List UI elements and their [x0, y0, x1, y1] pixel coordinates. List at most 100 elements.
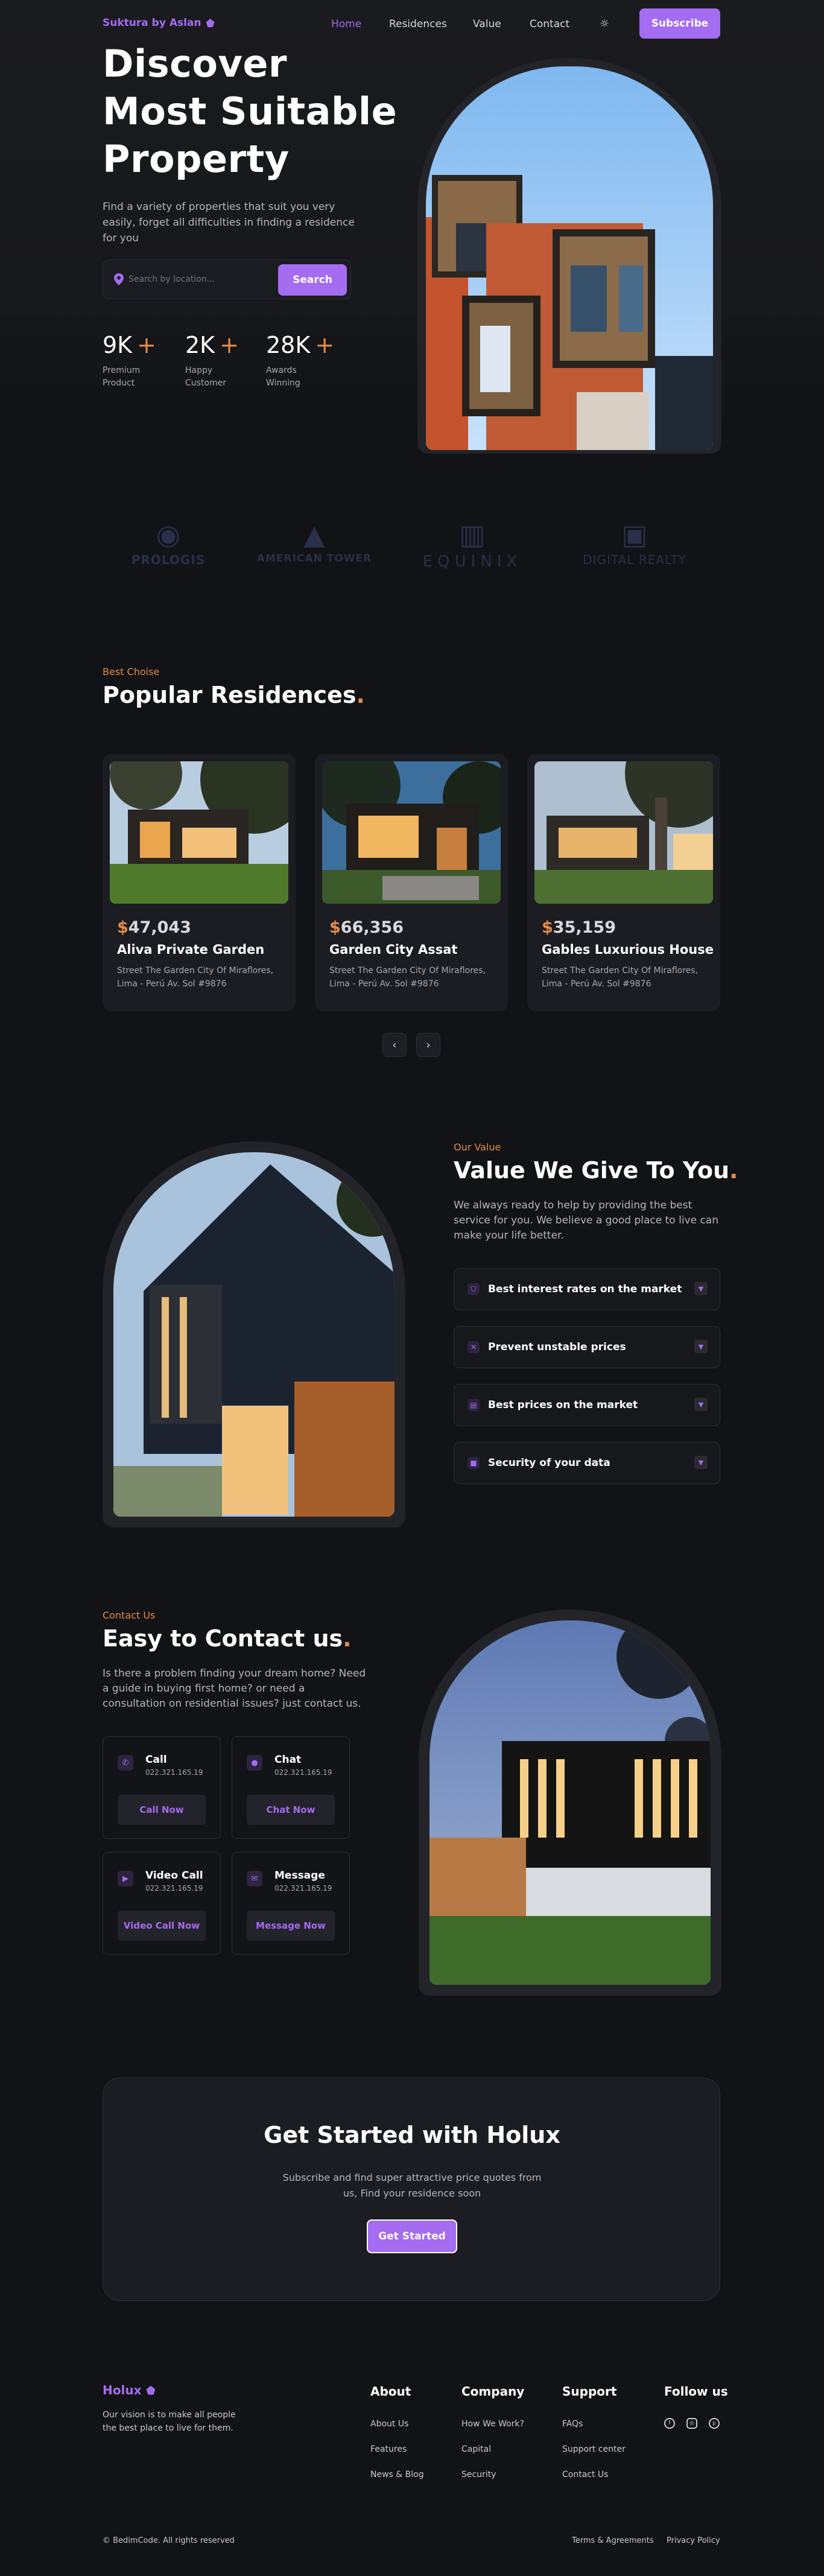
price-value: 66,356: [340, 918, 404, 937]
close-square-icon: ✕: [467, 1341, 480, 1353]
hero-building-image: [426, 66, 713, 450]
accordion-label: Prevent unstable prices: [488, 1341, 626, 1353]
footer-link-faqs[interactable]: FAQs: [562, 2419, 583, 2429]
value-accordion-item[interactable]: ✕ Prevent unstable prices ▼: [454, 1326, 720, 1368]
residence-card[interactable]: $47,043 Aliva Private Garden Street The …: [103, 754, 296, 1011]
contact-card-chat: ● Chat 022.321.165.19 Chat Now: [232, 1736, 350, 1839]
contact-number: 022.321.165.19: [274, 1884, 332, 1892]
privacy-link[interactable]: Privacy Policy: [667, 2536, 720, 2545]
brand-logo[interactable]: Suktura by Aslan: [103, 17, 215, 29]
footer-link-about-us[interactable]: About Us: [370, 2419, 408, 2429]
stat-plus: +: [220, 332, 239, 358]
message-now-button[interactable]: Message Now: [247, 1911, 335, 1941]
value-title-text: Value We Give To You: [454, 1157, 730, 1184]
residence-price: $66,356: [329, 918, 404, 937]
gem-icon: [146, 2385, 156, 2395]
footer-link-news-blog[interactable]: News & Blog: [370, 2470, 424, 2479]
video-call-now-button[interactable]: Video Call Now: [118, 1911, 206, 1941]
stat-premium-product: 9K + Premium Product: [103, 332, 156, 390]
value-accordion-item[interactable]: ■ Security of your data ▼: [454, 1442, 720, 1484]
brand-name[interactable]: Suktura by Aslan: [103, 17, 201, 29]
stat-happy-customer: 2K + Happy Customer: [185, 332, 239, 390]
nav-link-home[interactable]: Home: [331, 18, 361, 30]
contact-method: Chat: [274, 1754, 302, 1766]
value-title: Value We Give To You.: [454, 1157, 738, 1184]
footer-link-security[interactable]: Security: [461, 2470, 496, 2479]
next-slide-button[interactable]: ›: [416, 1033, 440, 1057]
digital-realty-mark-icon: ▣: [621, 518, 648, 551]
contact-card-message: ✉ Message 022.321.165.19 Message Now: [232, 1852, 350, 1955]
footer-link-support-center[interactable]: Support center: [562, 2444, 626, 2454]
terms-link[interactable]: Terms & Agreements: [572, 2536, 654, 2545]
footer-heading-company: Company: [461, 2384, 525, 2399]
subscribe-button[interactable]: Subscribe: [639, 8, 720, 39]
footer-brand[interactable]: Holux: [103, 2383, 156, 2397]
footer-brand-name[interactable]: Holux: [103, 2383, 141, 2397]
nav-link-residences[interactable]: Residences: [389, 18, 447, 30]
footer-link-how-we-work[interactable]: How We Work?: [461, 2419, 524, 2429]
lock-icon: ■: [467, 1457, 480, 1469]
video-icon: ▶: [118, 1871, 133, 1886]
location-pin-icon: [114, 273, 124, 285]
residence-image: [110, 761, 288, 904]
stat-label: Premium Product: [103, 366, 141, 388]
search-button[interactable]: Search: [278, 264, 347, 296]
chevron-down-icon[interactable]: ▼: [694, 1340, 708, 1353]
partner-name: EQUINIX: [422, 553, 522, 571]
contact-building-image: [429, 1620, 711, 1985]
stat-value: 9K: [103, 332, 133, 358]
residence-card[interactable]: $66,356 Garden City Assat Street The Gar…: [315, 754, 508, 1011]
search-input[interactable]: [128, 271, 273, 288]
chevron-down-icon[interactable]: ▼: [694, 1282, 708, 1295]
value-accordion-item[interactable]: ▤ Best prices on the market ▼: [454, 1384, 720, 1426]
partner-logo-equinix: ▥ EQUINIX: [411, 518, 533, 571]
facebook-icon[interactable]: f: [664, 2418, 675, 2429]
chat-now-button[interactable]: Chat Now: [247, 1795, 335, 1825]
price-value: 35,159: [553, 918, 616, 937]
get-started-button[interactable]: Get Started: [367, 2219, 457, 2253]
contact-number: 022.321.165.19: [145, 1884, 203, 1892]
partner-name: AMERICAN TOWER: [256, 553, 372, 565]
chevron-down-icon[interactable]: ▼: [694, 1398, 708, 1411]
stat-plus: +: [137, 332, 156, 358]
contact-card-call: ✆ Call 022.321.165.19 Call Now: [103, 1736, 221, 1839]
currency-symbol: $: [117, 918, 128, 937]
residence-address: Street The Garden City Of Miraflores, Li…: [329, 966, 486, 989]
residence-name: Aliva Private Garden: [117, 942, 265, 957]
value-description: We always ready to help by providing the…: [454, 1199, 719, 1242]
footer-link-capital[interactable]: Capital: [461, 2444, 491, 2454]
residence-image: [322, 761, 501, 904]
nav-link-value[interactable]: Value: [473, 18, 501, 30]
value-eyebrow: Our Value: [454, 1141, 501, 1153]
chat-icon: ●: [247, 1755, 262, 1771]
instagram-icon[interactable]: ◎: [686, 2418, 697, 2429]
contact-card-video-call: ▶ Video Call 022.321.165.19 Video Call N…: [103, 1852, 221, 1955]
contact-eyebrow: Contact Us: [103, 1610, 156, 1621]
value-accordion-item[interactable]: ⛉ Best interest rates on the market ▼: [454, 1268, 720, 1310]
residence-card[interactable]: $35,159 Gables Luxurious House Street Th…: [527, 754, 720, 1011]
shield-icon: ⛉: [467, 1283, 480, 1295]
chevron-down-icon[interactable]: ▼: [694, 1456, 708, 1469]
globe-icon: ◉: [156, 518, 181, 551]
currency-symbol: $: [542, 918, 553, 937]
contact-method: Message: [274, 1870, 325, 1882]
residences-title: Popular Residences.: [103, 682, 365, 708]
nav-link-contact[interactable]: Contact: [530, 18, 569, 30]
hero-title: Discover Most Suitable Property: [103, 42, 398, 181]
pinterest-icon[interactable]: p: [709, 2418, 720, 2429]
contact-title-text: Easy to Contact us: [103, 1625, 343, 1652]
footer-link-features[interactable]: Features: [370, 2444, 407, 2454]
theme-toggle-sun-icon[interactable]: ☼: [598, 17, 611, 30]
call-now-button[interactable]: Call Now: [118, 1795, 206, 1825]
partner-logo-american-tower: ▲ AMERICAN TOWER: [252, 518, 376, 565]
contact-image-frame: [419, 1610, 721, 1996]
contact-title: Easy to Contact us.: [103, 1625, 352, 1652]
footer-link-contact-us[interactable]: Contact Us: [562, 2470, 608, 2479]
stat-plus: +: [315, 332, 335, 358]
chevron-right-icon: ›: [426, 1038, 431, 1052]
prev-slide-button[interactable]: ‹: [382, 1033, 407, 1057]
title-dot: .: [356, 682, 365, 708]
partner-logo-prologis: ◉ PROLOGIS: [128, 518, 209, 567]
footer-heading-about: About: [370, 2384, 411, 2399]
equinix-mark-icon: ▥: [459, 518, 486, 551]
